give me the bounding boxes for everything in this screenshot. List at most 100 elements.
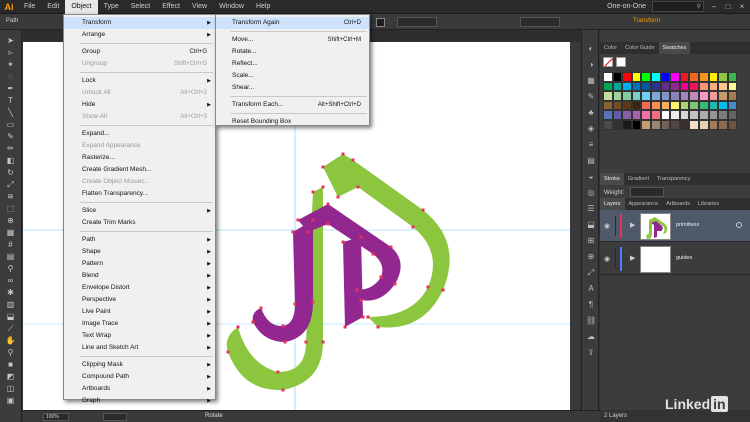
artboard-navigator[interactable] xyxy=(103,413,127,421)
color-swatch[interactable] xyxy=(660,72,671,82)
drawing-mode-icon[interactable]: ◫ xyxy=(5,384,16,394)
rectangle-tool-icon[interactable]: ▭ xyxy=(5,120,16,130)
color-swatch[interactable] xyxy=(698,72,709,82)
menu-item-artboards[interactable]: Artboards ▶ xyxy=(64,383,215,395)
submenu-item-move[interactable]: Move... Shift+Ctrl+M xyxy=(216,34,369,46)
anchor-point[interactable] xyxy=(393,282,397,286)
color-swatch[interactable] xyxy=(670,91,680,101)
tab-appearance[interactable]: Appearance xyxy=(625,198,663,210)
color-swatch[interactable] xyxy=(670,72,680,82)
swatches-icon[interactable]: ▦ xyxy=(586,76,596,86)
color-swatch[interactable] xyxy=(679,91,690,101)
workspace-switcher[interactable]: One-on-One xyxy=(607,3,646,10)
color-swatch[interactable] xyxy=(622,81,632,92)
color-swatch[interactable] xyxy=(603,72,613,82)
submenu-item-transform-again[interactable]: Transform Again Ctrl+D xyxy=(216,17,369,29)
anchor-point[interactable] xyxy=(311,190,315,194)
color-swatch[interactable] xyxy=(650,91,661,101)
paragraph-icon[interactable]: ¶ xyxy=(586,300,596,310)
screen-mode-icon[interactable]: ▣ xyxy=(5,396,16,406)
layer-row[interactable]: ◉ ▶ primitives xyxy=(600,210,750,242)
anchor-point[interactable] xyxy=(341,152,345,156)
menu-item-graph[interactable]: Graph ▶ xyxy=(64,395,215,407)
color-swatch[interactable] xyxy=(631,81,642,92)
anchor-point[interactable] xyxy=(304,340,308,344)
menu-item-flatten-transparency[interactable]: Flatten Transparency... xyxy=(64,188,215,200)
blend-tool-icon[interactable]: ∞ xyxy=(5,276,16,286)
gradient-tool-icon[interactable]: ▤ xyxy=(5,252,16,262)
submenu-item-rotate[interactable]: Rotate... xyxy=(216,46,369,58)
slice-tool-icon[interactable]: ⟋ xyxy=(5,324,16,334)
menu-item-slice[interactable]: Slice ▶ xyxy=(64,205,215,217)
symbol-sprayer-icon[interactable]: ✱ xyxy=(5,288,16,298)
paintbrush-icon[interactable]: ✎ xyxy=(5,132,16,142)
transform-icon[interactable]: ⤢ xyxy=(586,268,596,278)
zoom-field[interactable]: 100% xyxy=(43,413,69,421)
color-swatch[interactable] xyxy=(698,119,709,130)
layer-target-icon[interactable] xyxy=(736,222,742,228)
tab-artboards[interactable]: Artboards xyxy=(662,198,694,210)
anchor-point[interactable] xyxy=(281,324,285,328)
stroke-swatch[interactable] xyxy=(376,18,385,27)
expand-triangle-icon[interactable]: ▶ xyxy=(630,254,635,262)
color-swatch[interactable] xyxy=(650,119,661,130)
menu-item-live-paint[interactable]: Live Paint ▶ xyxy=(64,306,215,318)
color-swatch[interactable] xyxy=(603,119,613,130)
color-swatch[interactable] xyxy=(708,91,719,101)
color-swatch[interactable] xyxy=(660,81,671,92)
opacity-field[interactable] xyxy=(397,17,437,27)
transform-link[interactable]: Transform xyxy=(633,18,660,24)
color-swatch[interactable] xyxy=(727,81,738,92)
anchor-point[interactable] xyxy=(355,288,359,292)
free-transform-icon[interactable]: ⬚ xyxy=(5,204,16,214)
color-swatch[interactable] xyxy=(679,119,690,130)
menu-select[interactable]: Select xyxy=(125,0,156,14)
color-swatch[interactable] xyxy=(641,100,651,111)
anchor-point[interactable] xyxy=(296,218,300,222)
color-swatch[interactable] xyxy=(689,91,699,101)
maximize-icon[interactable]: □ xyxy=(724,2,732,11)
menu-item-lock[interactable]: Lock ▶ xyxy=(64,75,215,87)
anchor-point[interactable] xyxy=(236,325,240,329)
submenu-item-transform-each[interactable]: Transform Each... Alt+Shift+Ctrl+D xyxy=(216,99,369,111)
registration-swatch[interactable] xyxy=(616,57,626,67)
color-swatch[interactable] xyxy=(660,91,671,101)
menu-edit[interactable]: Edit xyxy=(41,0,65,14)
color-swatch[interactable] xyxy=(603,81,613,92)
color-swatch[interactable] xyxy=(708,72,719,82)
eyedropper-icon[interactable]: ⚲ xyxy=(5,264,16,274)
color-swatch[interactable] xyxy=(708,81,719,92)
visibility-eye-icon[interactable]: ◉ xyxy=(604,222,612,230)
menu-type[interactable]: Type xyxy=(98,0,125,14)
color-swatch[interactable] xyxy=(670,119,680,130)
tab-swatches[interactable]: Swatches xyxy=(658,42,691,54)
color-swatch[interactable] xyxy=(603,110,613,120)
artboards-icon[interactable]: ⬓ xyxy=(586,220,596,230)
anchor-point[interactable] xyxy=(411,225,415,229)
color-swatch[interactable] xyxy=(698,100,709,111)
menu-item-create-trim-marks[interactable]: Create Trim Marks xyxy=(64,217,215,229)
shape-builder-icon[interactable]: ⊕ xyxy=(5,216,16,226)
lock-toggle[interactable] xyxy=(615,216,616,236)
menu-item-expand[interactable]: Expand... xyxy=(64,128,215,140)
eraser-icon[interactable]: ◧ xyxy=(5,156,16,166)
expand-triangle-icon[interactable]: ▶ xyxy=(630,221,635,229)
anchor-point[interactable] xyxy=(293,302,297,306)
color-swatch[interactable] xyxy=(612,81,623,92)
color-swatch[interactable] xyxy=(679,81,690,92)
color-swatch[interactable] xyxy=(727,91,738,101)
color-swatch[interactable] xyxy=(689,119,699,130)
color-swatch[interactable] xyxy=(679,100,690,111)
menu-object[interactable]: Object xyxy=(65,0,98,14)
none-swatch[interactable] xyxy=(603,57,613,67)
color-swatch[interactable] xyxy=(641,110,651,120)
layer-name[interactable]: guides xyxy=(676,255,692,261)
color-swatch[interactable] xyxy=(670,81,680,92)
menu-window[interactable]: Window xyxy=(213,0,250,14)
artboard-tool-icon[interactable]: ⬓ xyxy=(5,312,16,322)
color-swatch[interactable] xyxy=(679,110,690,120)
menu-item-transform[interactable]: Transform ▶ xyxy=(64,17,215,29)
anchor-point[interactable] xyxy=(421,208,425,212)
anchor-point[interactable] xyxy=(306,230,310,234)
color-swatch[interactable] xyxy=(718,119,728,130)
